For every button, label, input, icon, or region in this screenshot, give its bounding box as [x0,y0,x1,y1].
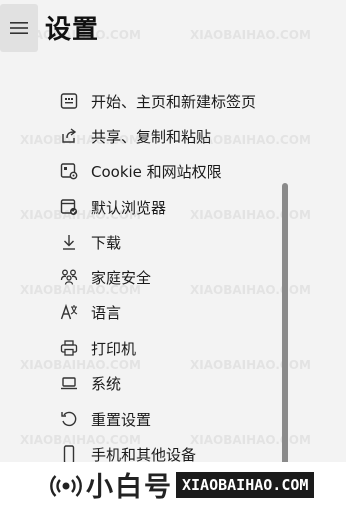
scrollbar-thumb[interactable] [282,183,288,473]
nav-item-label: 默认浏览器 [91,198,167,217]
nav-item-default-browser[interactable]: 默认浏览器 [0,192,280,222]
watermark-brand-en: XIAOBAIHAO.COM [176,472,315,498]
download-icon [58,231,80,253]
start-page-icon [58,90,80,112]
language-icon [58,301,80,323]
nav-item-languages[interactable]: 语言 [0,297,280,327]
printer-icon [58,337,80,359]
hamburger-menu-button[interactable] [0,4,38,52]
page-title: 设置 [45,15,100,45]
nav-item-family-safety[interactable]: 家庭安全 [0,262,280,292]
nav-item-cookies-permissions[interactable]: Cookie 和网站权限 [0,156,280,186]
nav-item-label: 重置设置 [91,410,152,429]
nav-item-reset-settings[interactable]: 重置设置 [0,404,280,434]
nav-item-label: 打印机 [91,339,137,358]
hamburger-icon [10,22,28,34]
nav-item-downloads[interactable]: 下载 [0,227,280,257]
nav-item-label: Cookie 和网站权限 [91,162,222,181]
cookie-permissions-icon [58,160,80,182]
nav-item-start-home-newtab[interactable]: 开始、主页和新建标签页 [0,86,280,116]
laptop-icon [58,372,80,394]
family-icon [58,266,80,288]
nav-item-label: 下载 [91,233,122,252]
nav-item-label: 语言 [91,303,122,322]
broadcast-icon [50,475,82,497]
default-browser-icon [58,196,80,218]
watermark-brand-cn: 小白号 [86,472,173,503]
settings-header: 设置 [0,0,346,60]
nav-item-label: 家庭安全 [91,268,152,287]
nav-item-label: 开始、主页和新建标签页 [91,92,257,111]
reset-icon [58,408,80,430]
nav-item-system[interactable]: 系统 [0,368,280,398]
nav-item-share-copy-paste[interactable]: 共享、复制和粘贴 [0,121,280,151]
nav-item-printers[interactable]: 打印机 [0,333,280,363]
share-icon [58,125,80,147]
nav-item-label: 系统 [91,374,122,393]
nav-item-label: 共享、复制和粘贴 [91,127,212,146]
